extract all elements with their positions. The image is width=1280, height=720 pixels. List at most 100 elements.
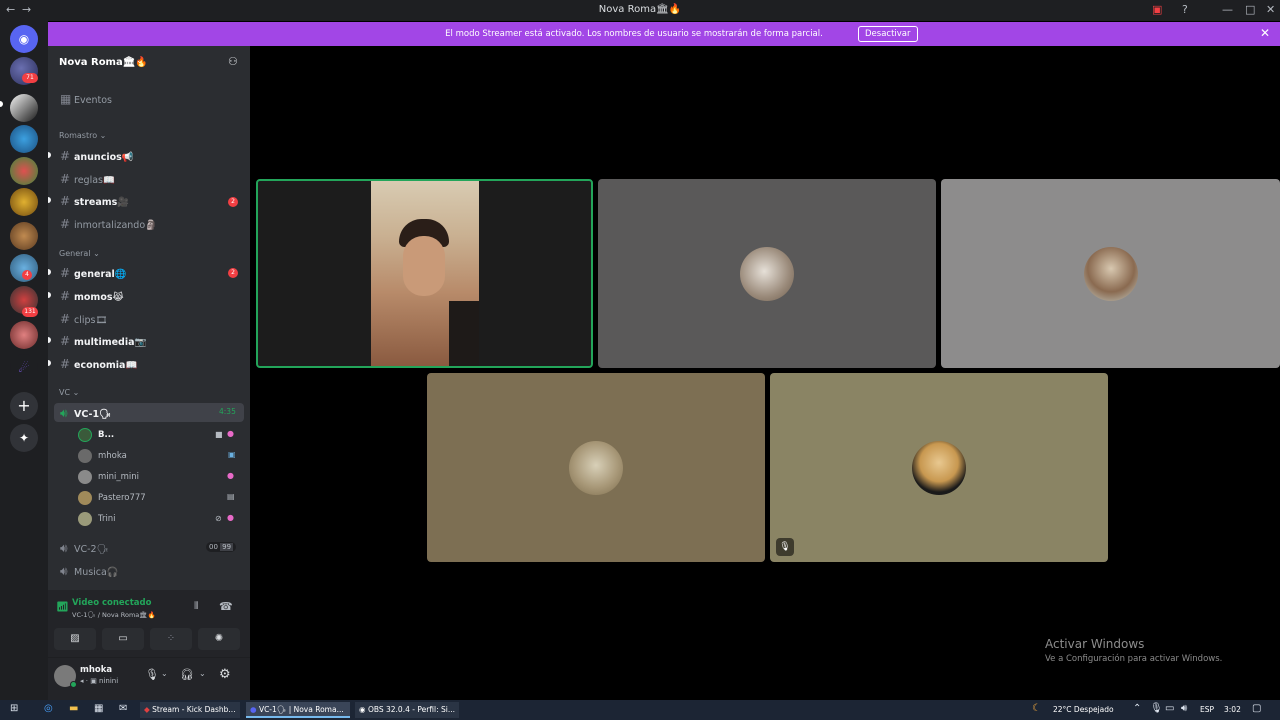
nitro-icon: ● <box>227 513 234 522</box>
inbox-icon[interactable]: ▣ <box>1152 3 1162 16</box>
speaker-icon: 🔊︎ <box>60 564 68 578</box>
close-banner-icon[interactable]: ✕ <box>1260 26 1270 40</box>
voice-channel-musica[interactable]: 🔊︎ Musica🎧 <box>60 564 119 582</box>
discord-home-icon[interactable]: ◉ <box>10 25 38 53</box>
add-server-icon[interactable]: + <box>10 392 38 420</box>
language-indicator[interactable]: ESP <box>1200 705 1214 714</box>
hash-icon: # <box>60 312 71 326</box>
events-item[interactable]: ▦ Eventos <box>60 92 112 110</box>
noise-suppression-icon[interactable]: ⦀ <box>194 601 198 612</box>
signal-icon: 📶︎ <box>56 602 69 613</box>
unread-indicator <box>48 360 51 366</box>
connection-status[interactable]: Video conectado <box>72 598 151 608</box>
connection-location[interactable]: VC-1🗣 / Nova Roma🏛🔥 <box>72 611 156 619</box>
server-icon-5[interactable] <box>10 188 38 216</box>
channel-streams[interactable]: # streams🎥 <box>60 194 129 212</box>
avatar <box>78 449 92 463</box>
activities-button[interactable]: ⁘ <box>150 628 192 650</box>
user-status: ◂ · ▣ ninini <box>80 677 119 685</box>
taskbar-app-obs[interactable]: ◉ OBS 32.0.4 - Perfil: Si... <box>355 702 459 718</box>
network-icon[interactable]: ▭ <box>1165 703 1174 714</box>
muted-icon: 🎙︎ <box>776 538 794 556</box>
channel-economia[interactable]: # economia📖 <box>60 357 137 375</box>
screen-share-button[interactable]: ▭ <box>102 628 144 650</box>
mention-badge: 2 <box>228 268 238 278</box>
volume-icon[interactable]: 🔊︎ <box>1181 703 1187 714</box>
unread-indicator <box>48 337 51 343</box>
video-tile-user[interactable] <box>598 179 936 368</box>
channel-momos[interactable]: # momos😹 <box>60 289 124 307</box>
activity-icon: ▤ <box>227 492 235 501</box>
online-status-icon <box>70 681 77 688</box>
explore-icon[interactable]: ✦ <box>10 424 38 452</box>
server-icon-6[interactable] <box>10 222 38 250</box>
server-pill <box>0 101 3 107</box>
soundboard-button[interactable]: ✺ <box>198 628 240 650</box>
server-icon-10[interactable]: ☄ <box>10 354 38 382</box>
start-icon[interactable]: ⊞ <box>10 703 18 714</box>
store-icon[interactable]: ▦ <box>94 703 103 714</box>
microphone-icon[interactable]: 🎙︎ <box>145 668 159 681</box>
camera-toggle-button[interactable]: ▨ <box>54 628 96 650</box>
video-tile-user[interactable] <box>427 373 765 562</box>
chevron-down-icon[interactable]: ⌄ <box>161 669 168 678</box>
channel-general[interactable]: # general🌐 <box>60 266 127 284</box>
weather-text[interactable]: 22°C Despejado <box>1053 705 1114 714</box>
unread-indicator <box>48 152 51 158</box>
channel-inmortalizando[interactable]: # inmortalizando🗿 <box>60 217 157 235</box>
server-icon-4[interactable] <box>10 157 38 185</box>
channel-clips[interactable]: # clips🎞 <box>60 312 108 330</box>
channel-anuncios[interactable]: # anuncios📢 <box>60 149 134 167</box>
close-window-button[interactable]: ✕ <box>1266 3 1275 16</box>
username[interactable]: mhoka <box>80 665 112 675</box>
category-general[interactable]: General ⌄ <box>59 249 100 258</box>
minimize-button[interactable]: — <box>1222 3 1233 16</box>
notifications-icon[interactable]: ▢ <box>1252 703 1261 714</box>
explorer-icon[interactable]: ▬ <box>69 703 78 714</box>
headphones-icon[interactable]: 🎧︎ <box>180 668 194 681</box>
edge-icon[interactable]: ◎ <box>44 703 53 714</box>
server-badge: 71 <box>22 73 38 83</box>
video-tile-camera[interactable] <box>256 179 593 368</box>
hash-icon: # <box>60 357 71 371</box>
server-badge: 4 <box>22 270 32 280</box>
gear-icon[interactable]: ⚙ <box>219 667 231 682</box>
mail-icon[interactable]: ✉ <box>119 703 127 714</box>
disconnect-icon[interactable]: ☎ <box>219 600 233 613</box>
video-tile-user[interactable] <box>941 179 1280 368</box>
chevron-up-icon[interactable]: ⌃ <box>1133 703 1141 714</box>
invite-icon[interactable]: ⚇ <box>228 55 238 68</box>
video-tile-user[interactable]: 🎙︎ <box>770 373 1108 562</box>
voice-channel-vc1[interactable]: 🔊︎ VC-1🗣 <box>60 406 111 424</box>
chevron-down-icon[interactable]: ⌄ <box>136 56 144 66</box>
channel-reglas[interactable]: # reglas📖 <box>60 172 115 190</box>
microphone-icon[interactable]: 🎙︎ <box>1150 703 1163 714</box>
channel-multimedia[interactable]: # multimedia📷 <box>60 334 146 352</box>
speaker-icon: 🔊︎ <box>60 406 68 420</box>
disable-streamer-button[interactable]: Desactivar <box>858 26 918 42</box>
weather-icon: ☾ <box>1032 703 1041 714</box>
taskbar-app-discord[interactable]: ● VC-1🗣 | Nova Roma... <box>246 702 350 718</box>
activity-icon: ▣ <box>228 450 236 459</box>
maximize-button[interactable]: □ <box>1245 3 1255 16</box>
voice-channel-vc2[interactable]: 🔊︎ VC-2🗣 <box>60 541 109 559</box>
hash-icon: # <box>60 289 71 303</box>
server-badge: 131 <box>22 307 38 317</box>
taskbar-app-kick[interactable]: ◆ Stream - Kick Dashb... <box>140 702 240 718</box>
server-name[interactable]: Nova Roma🏛🔥 <box>59 57 148 68</box>
server-icon-2[interactable] <box>10 94 38 122</box>
server-icon-9[interactable] <box>10 321 38 349</box>
watermark-subtitle: Ve a Configuración para activar Windows. <box>1045 654 1223 664</box>
server-icon-3[interactable] <box>10 125 38 153</box>
window-title: Nova Roma🏛🔥 <box>598 4 682 15</box>
category-romastro[interactable]: Romastro ⌄ <box>59 131 106 140</box>
avatar <box>78 512 92 526</box>
chevron-down-icon[interactable]: ⌄ <box>199 669 206 678</box>
hash-icon: # <box>60 194 71 208</box>
avatar <box>78 428 92 442</box>
help-icon[interactable]: ? <box>1182 3 1188 16</box>
unread-indicator <box>48 269 51 275</box>
category-vc[interactable]: VC ⌄ <box>59 388 79 397</box>
clock[interactable]: 3:02 <box>1224 705 1241 714</box>
avatar <box>569 440 623 495</box>
